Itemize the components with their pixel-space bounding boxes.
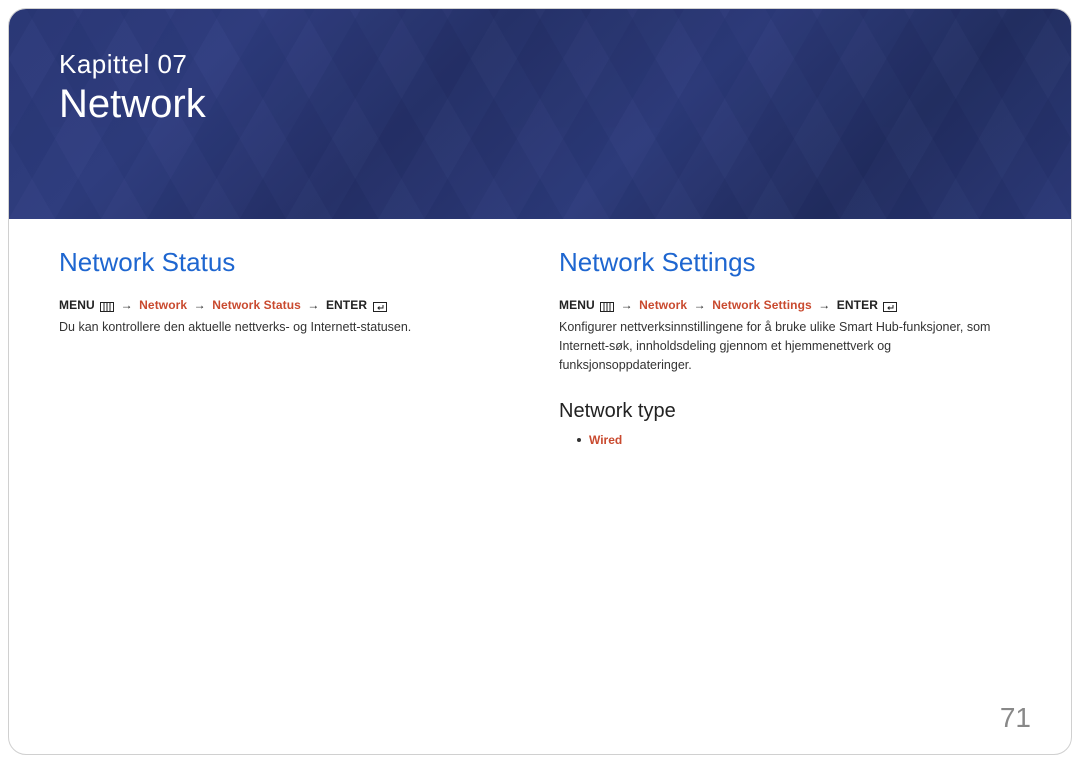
menu-label: MENU bbox=[59, 298, 95, 312]
page-frame: Kapittel 07 Network Network Status MENU … bbox=[8, 8, 1072, 755]
arrow-icon: → bbox=[118, 298, 136, 312]
chapter-banner: Kapittel 07 Network bbox=[9, 9, 1071, 219]
network-settings-section: Network Settings MENU → Network → Networ… bbox=[559, 247, 1021, 447]
network-status-section: Network Status MENU → Network → Network … bbox=[59, 247, 519, 447]
network-type-option: Wired bbox=[559, 433, 1021, 447]
network-type-heading: Network type bbox=[559, 400, 1021, 423]
arrow-icon: → bbox=[618, 298, 636, 312]
arrow-icon: → bbox=[304, 298, 322, 312]
menu-icon bbox=[100, 301, 114, 311]
section-heading-status: Network Status bbox=[59, 247, 519, 278]
arrow-icon: → bbox=[691, 298, 709, 312]
enter-icon bbox=[373, 301, 387, 311]
chapter-title: Network bbox=[59, 82, 1021, 127]
settings-description: Konfigurer nettverksinnstillingene for å… bbox=[559, 318, 1021, 374]
status-description: Du kan kontrollere den aktuelle nettverk… bbox=[59, 318, 519, 337]
section-heading-settings: Network Settings bbox=[559, 247, 1021, 278]
path-network: Network bbox=[639, 298, 687, 312]
arrow-icon: → bbox=[815, 298, 833, 312]
menu-path-settings: MENU → Network → Network Settings → ENTE… bbox=[559, 298, 1021, 312]
enter-label: ENTER bbox=[837, 298, 878, 312]
path-network-settings: Network Settings bbox=[712, 298, 812, 312]
chapter-label: Kapittel 07 bbox=[59, 49, 1021, 80]
menu-path-status: MENU → Network → Network Status → ENTER bbox=[59, 298, 519, 312]
content-area: Network Status MENU → Network → Network … bbox=[9, 219, 1071, 447]
menu-label: MENU bbox=[559, 298, 595, 312]
path-network: Network bbox=[139, 298, 187, 312]
menu-icon bbox=[600, 301, 614, 311]
bullet-icon bbox=[577, 438, 581, 442]
page-number: 71 bbox=[1000, 702, 1031, 734]
arrow-icon: → bbox=[191, 298, 209, 312]
enter-label: ENTER bbox=[326, 298, 367, 312]
network-type-wired: Wired bbox=[589, 433, 622, 447]
path-network-status: Network Status bbox=[212, 298, 301, 312]
enter-icon bbox=[883, 301, 897, 311]
